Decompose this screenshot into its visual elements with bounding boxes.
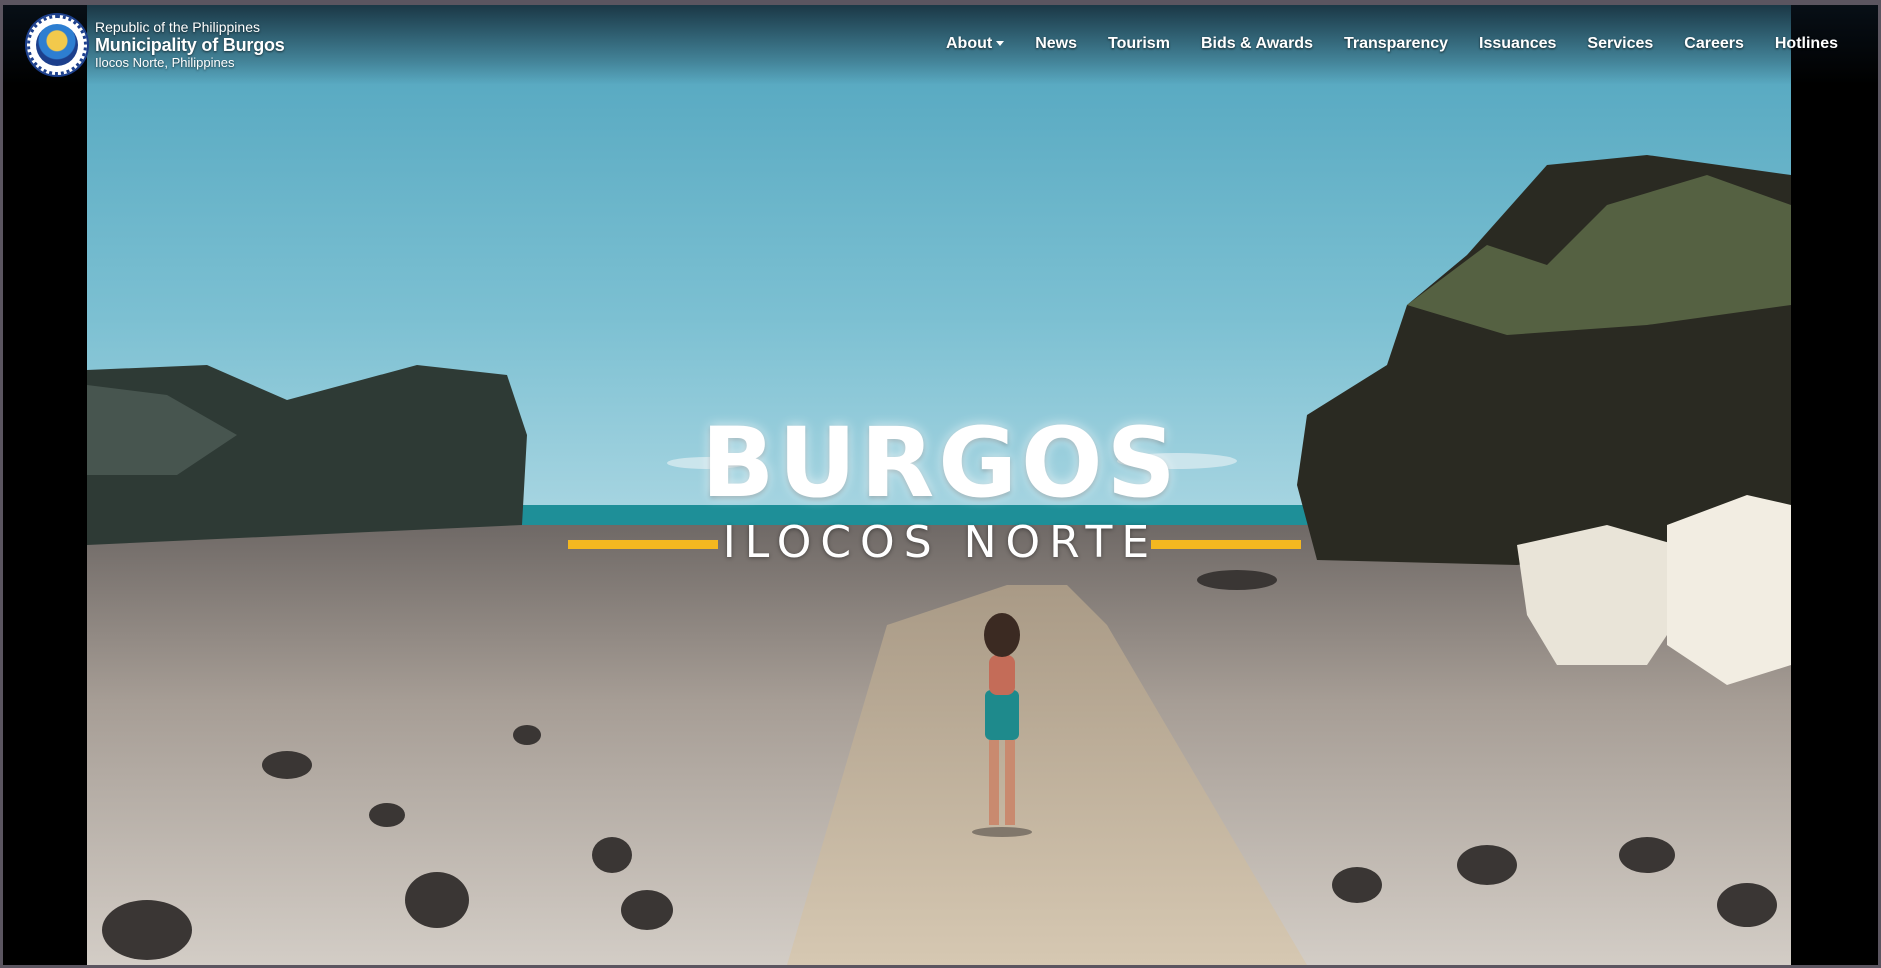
caret-down-icon bbox=[996, 41, 1005, 47]
brand-municipality: Municipality of Burgos bbox=[95, 35, 285, 56]
nav-transparency[interactable]: Transparency bbox=[1344, 35, 1448, 53]
nav-issuances[interactable]: Issuances bbox=[1479, 35, 1556, 53]
top-navbar: Republic of the Philippines Municipality… bbox=[3, 5, 1878, 85]
nav-news[interactable]: News bbox=[1035, 35, 1077, 53]
nav-tourism[interactable]: Tourism bbox=[1108, 35, 1170, 53]
brand-text: Republic of the Philippines Municipality… bbox=[95, 19, 285, 71]
nav-bids-awards[interactable]: Bids & Awards bbox=[1201, 35, 1313, 53]
nav-about[interactable]: About bbox=[946, 35, 1005, 53]
main-menu: About News Tourism Bids & Awards Transpa… bbox=[915, 35, 1838, 53]
browser-viewport: BURGOS ILOCOS NORTE Republic of the Phil… bbox=[3, 5, 1878, 965]
nav-about-label: About bbox=[946, 35, 993, 52]
nav-services[interactable]: Services bbox=[1587, 35, 1653, 53]
brand-province: Ilocos Norte, Philippines bbox=[95, 54, 235, 70]
hero-video[interactable] bbox=[87, 5, 1791, 965]
nav-hotlines[interactable]: Hotlines bbox=[1775, 35, 1838, 53]
nav-careers[interactable]: Careers bbox=[1684, 35, 1744, 53]
brand-republic: Republic of the Philippines bbox=[95, 19, 260, 36]
hero-background-scene bbox=[87, 5, 1791, 965]
municipal-seal-icon bbox=[25, 13, 89, 77]
brand-home-link[interactable]: Republic of the Philippines Municipality… bbox=[25, 13, 285, 77]
